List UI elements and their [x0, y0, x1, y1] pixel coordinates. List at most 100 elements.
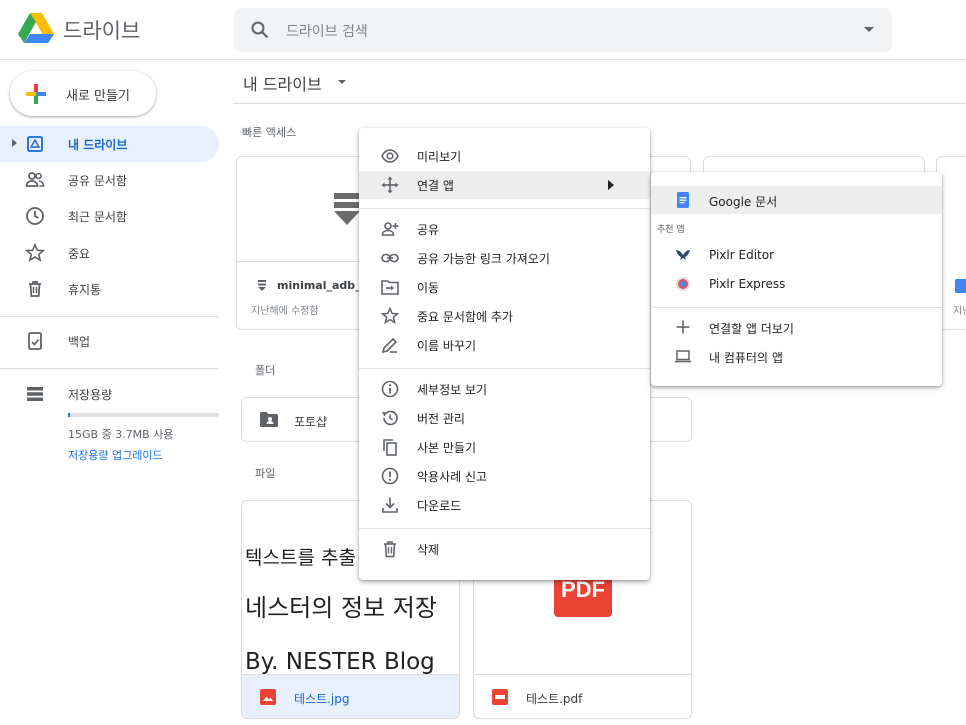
- sidebar-divider: [0, 368, 219, 369]
- menu-item-rename[interactable]: 이름 바꾸기: [359, 331, 650, 359]
- file-footer: 테스트.jpg: [242, 674, 459, 718]
- star-icon: [25, 243, 45, 262]
- menu-item-download[interactable]: 다운로드: [359, 491, 650, 519]
- laptop-icon: [675, 350, 691, 363]
- menu-item-label: 악용사례 신고: [417, 470, 488, 484]
- submenu-item-label: Pixlr Express: [709, 277, 786, 291]
- menu-item-add-starred[interactable]: 중요 문서함에 추가: [359, 302, 650, 330]
- submenu-item-computer-apps[interactable]: 내 컴퓨터의 앱: [651, 342, 942, 370]
- quick-access-modified: 지난해에 수정함: [251, 306, 319, 317]
- menu-item-label: 이동: [417, 281, 440, 295]
- storage-upgrade-link[interactable]: 저장용량 업그레이드: [68, 447, 163, 463]
- trash-icon: [29, 281, 41, 297]
- new-button[interactable]: 새로 만들기: [10, 71, 156, 116]
- storage-bar: [68, 413, 219, 417]
- copy-icon: [383, 439, 397, 456]
- drive-logo[interactable]: [18, 12, 54, 44]
- file-footer: 테스트.pdf: [474, 674, 691, 718]
- expand-arrow-icon[interactable]: [12, 139, 17, 147]
- sidebar-item-backup[interactable]: 백업: [0, 323, 219, 359]
- pixlr-editor-icon: [676, 250, 690, 260]
- submenu-item-label: Pixlr Editor: [709, 248, 775, 262]
- menu-divider: [359, 208, 650, 209]
- image-file-icon: [260, 689, 276, 705]
- sidebar-item-label: 최근 문서함: [68, 210, 128, 224]
- sidebar-item-label: 공유 문서함: [68, 174, 128, 188]
- drive-app: 드라이브 드라이브 검색 새로 만들기 내 드라이브 공유 문서함 최근 문서함…: [0, 0, 966, 725]
- menu-item-open-with[interactable]: 연결 앱: [359, 171, 650, 199]
- sidebar-item-recent[interactable]: 최근 문서함: [0, 198, 219, 234]
- menu-divider: [651, 307, 942, 308]
- pencil-icon: [381, 337, 398, 354]
- sidebar-item-starred[interactable]: 중요: [0, 235, 219, 271]
- menu-item-label: 공유: [417, 223, 440, 237]
- submenu-item-pixlr-editor[interactable]: Pixlr Editor: [651, 241, 942, 269]
- history-icon: [382, 410, 398, 426]
- star-icon: [381, 307, 399, 325]
- search-bar[interactable]: 드라이브 검색: [234, 8, 892, 52]
- submenu-item-pixlr-express[interactable]: Pixlr Express: [651, 270, 942, 298]
- menu-item-label: 사본 만들기: [417, 441, 477, 455]
- document-thumb-icon: [334, 193, 360, 225]
- menu-item-move[interactable]: 이동: [359, 273, 650, 301]
- menu-item-preview[interactable]: 미리보기: [359, 142, 650, 170]
- storage-used-text: 15GB 중 3.7MB 사용: [68, 428, 174, 441]
- add-person-icon: [381, 222, 399, 236]
- sidebar-item-trash[interactable]: 휴지통: [0, 271, 219, 307]
- main-divider: [233, 103, 966, 104]
- move-arrows-icon: [381, 176, 399, 194]
- folders-label: 폴더: [255, 364, 276, 377]
- shared-people-icon: [25, 172, 45, 187]
- pdf-thumb-label: PDF: [561, 577, 605, 602]
- preview-line: 텍스트를 추출: [245, 547, 356, 569]
- menu-item-label: 연결 앱: [417, 179, 454, 193]
- preview-line: 네스터의 정보 저장: [245, 594, 437, 622]
- menu-divider: [359, 368, 650, 369]
- menu-item-label: 버전 관리: [417, 412, 465, 426]
- chevron-down-icon[interactable]: [338, 80, 346, 84]
- menu-item-report-abuse[interactable]: 악용사례 신고: [359, 462, 650, 490]
- search-input[interactable]: 드라이브 검색: [286, 21, 368, 41]
- move-to-folder-icon: [381, 280, 399, 295]
- eye-icon: [381, 149, 399, 163]
- menu-item-copy[interactable]: 사본 만들기: [359, 433, 650, 461]
- menu-item-label: 공유 가능한 링크 가져오기: [417, 252, 550, 266]
- search-options-icon[interactable]: [864, 27, 874, 32]
- storage-fill: [68, 413, 70, 417]
- breadcrumb[interactable]: 내 드라이브: [243, 71, 322, 95]
- menu-item-details[interactable]: 세부정보 보기: [359, 375, 650, 403]
- search-icon[interactable]: [250, 20, 270, 40]
- folder-name: 포토샵: [294, 415, 328, 429]
- menu-item-label: 삭제: [417, 543, 440, 557]
- submenu-item-label: 연결할 앱 더보기: [709, 322, 794, 336]
- plus-icon: [676, 320, 690, 334]
- new-button-label: 새로 만들기: [66, 89, 130, 104]
- suggested-apps-header: 추천 앱: [657, 225, 685, 235]
- sidebar-item-my-drive[interactable]: 내 드라이브: [0, 126, 219, 162]
- submenu-item-label: 내 컴퓨터의 앱: [709, 351, 783, 365]
- top-bar: 드라이브 드라이브 검색: [0, 0, 966, 60]
- info-icon: [381, 380, 399, 398]
- download-icon: [382, 497, 398, 513]
- trash-icon: [384, 541, 396, 558]
- menu-item-versions[interactable]: 버전 관리: [359, 404, 650, 432]
- clock-icon: [26, 207, 44, 225]
- menu-item-share[interactable]: 공유: [359, 215, 650, 243]
- file-type-icon: [258, 280, 266, 291]
- sidebar-item-shared[interactable]: 공유 문서함: [0, 162, 219, 198]
- link-icon: [381, 253, 399, 263]
- brand-name: 드라이브: [63, 19, 141, 43]
- files-label: 파일: [255, 467, 276, 480]
- menu-item-label: 다운로드: [417, 499, 462, 513]
- sidebar-item-storage[interactable]: 저장용량: [0, 376, 219, 412]
- menu-divider: [359, 528, 650, 529]
- submenu-item-connect-more[interactable]: 연결할 앱 더보기: [651, 313, 942, 341]
- submenu-item-google-docs[interactable]: Google 문서: [651, 186, 942, 214]
- shared-folder-icon: [260, 412, 278, 427]
- menu-item-label: 세부정보 보기: [417, 383, 488, 397]
- menu-item-get-link[interactable]: 공유 가능한 링크 가져오기: [359, 244, 650, 272]
- submenu-arrow-icon: [608, 180, 614, 190]
- menu-item-delete[interactable]: 삭제: [359, 535, 650, 563]
- open-with-submenu: Google 문서 추천 앱 Pixlr Editor Pixlr Expres…: [651, 172, 942, 386]
- context-menu: 미리보기 연결 앱 공유 공유 가능한 링크 가져오기 이동 중요 문서함에 추…: [359, 128, 650, 580]
